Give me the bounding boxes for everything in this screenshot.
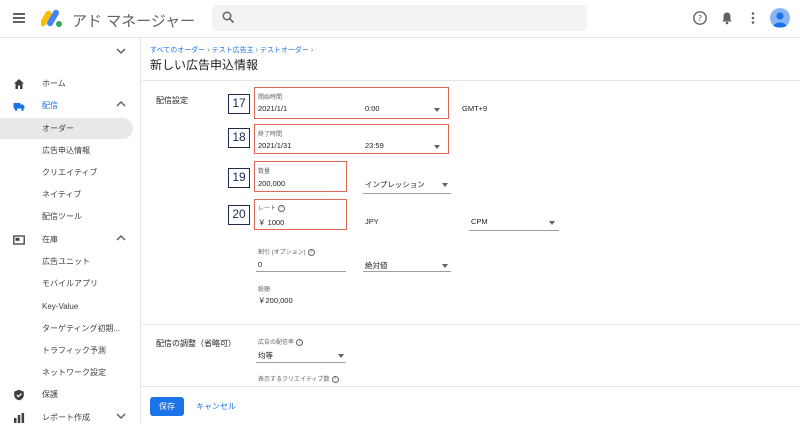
user-icon (773, 12, 787, 27)
creatives-to-show-label: 表示するクリエイティブ数? (258, 374, 339, 383)
annotation-badge-19: 19 (228, 168, 250, 188)
breadcrumb-order[interactable]: テストオーダー (260, 47, 309, 54)
discount-label: 割引 (オプション)? (258, 247, 315, 256)
cancel-button[interactable]: キャンセル (196, 397, 236, 416)
save-button[interactable]: 保存 (150, 397, 184, 416)
total-label: 総額 (258, 287, 271, 293)
delivery-rate-select[interactable]: 均等 (258, 350, 273, 361)
menu-icon[interactable] (13, 13, 25, 23)
sidebar-item-home[interactable]: ホーム (0, 73, 133, 94)
action-bar: 保存 キャンセル (142, 386, 800, 424)
discount-type-select[interactable]: 絶対値 (365, 260, 388, 271)
sidebar-item-inventory[interactable]: 在庫 (0, 229, 133, 250)
quantity-label: 数量 (258, 169, 271, 175)
sidebar-item-ad-units[interactable]: 広告ユニット (0, 251, 133, 272)
end-date-field[interactable]: 2021/1/31 (258, 141, 291, 150)
chevron-down-icon[interactable] (116, 47, 126, 55)
dropdown-caret-icon (434, 145, 440, 149)
sidebar-item-targeting-presets[interactable]: ターゲティング初期... (0, 318, 133, 339)
main-content: すべてのオーダー › テスト広告主 › テストオーダー › 新しい広告申込情報 配信設定 … (142, 38, 800, 424)
help-circle-icon[interactable]: ? (331, 375, 339, 383)
highlight-box-start (254, 87, 449, 119)
rate-model-select[interactable]: CPM (471, 217, 488, 226)
annotation-badge-17: 17 (228, 94, 250, 114)
currency-label: JPY (365, 217, 379, 226)
breadcrumb: すべてのオーダー › テスト広告主 › テストオーダー › (150, 45, 315, 55)
field-underline (256, 362, 346, 363)
inventory-icon (13, 235, 25, 245)
help-icon[interactable]: ? (692, 10, 708, 26)
sidebar-item-orders[interactable]: オーダー (0, 118, 133, 139)
end-time-select[interactable]: 23:59 (365, 141, 384, 150)
end-time-label: 終了時間 (258, 132, 283, 138)
shield-icon (14, 389, 24, 401)
notifications-icon[interactable] (719, 10, 735, 26)
dropdown-caret-icon (338, 354, 344, 358)
dropdown-caret-icon (549, 221, 555, 225)
divider (142, 80, 800, 81)
sidebar-item-delivery[interactable]: 配信 (0, 95, 133, 116)
chevron-up-icon (116, 100, 126, 107)
sidebar-item-traffic-forecast[interactable]: トラフィック予測 (0, 340, 133, 361)
sidebar-item-delivery-tools[interactable]: 配信ツール (0, 206, 133, 227)
sidebar: ホーム 配信 オーダー 広告申込情報 クリエイティブ ネイティブ 配信ツール 在… (0, 38, 141, 424)
field-underline (256, 271, 346, 272)
start-date-field[interactable]: 2021/1/1 (258, 104, 287, 113)
sidebar-item-native[interactable]: ネイティブ (0, 184, 133, 205)
dropdown-caret-icon (434, 108, 440, 112)
dropdown-caret-icon (442, 264, 448, 268)
home-icon (14, 79, 24, 89)
field-underline (363, 193, 451, 194)
delivery-settings-label: 配信設定 (156, 96, 188, 105)
more-options-icon[interactable] (745, 10, 761, 26)
start-time-select[interactable]: 0:00 (365, 104, 380, 113)
delivery-adjustments-label: 配信の調整（省略可） (156, 339, 236, 348)
timezone-label: GMT+9 (462, 104, 488, 113)
search-icon (222, 11, 235, 24)
help-circle-icon[interactable]: ? (307, 248, 315, 256)
quantity-input[interactable]: 200,000 (258, 179, 285, 188)
sidebar-item-reporting[interactable]: レポート作成 (0, 407, 133, 424)
field-underline (469, 230, 559, 231)
chart-icon (14, 413, 25, 423)
annotation-badge-18: 18 (228, 128, 250, 148)
sidebar-item-network-settings[interactable]: ネットワーク設定 (0, 362, 133, 383)
field-underline (363, 271, 451, 272)
breadcrumb-advertiser[interactable]: テスト広告主 (212, 47, 254, 54)
breadcrumb-separator: › (207, 47, 210, 54)
help-circle-icon[interactable]: ? (296, 338, 304, 346)
top-app-bar: アド マネージャー ? (0, 0, 800, 38)
sidebar-item-key-value[interactable]: Key-Value (0, 296, 133, 317)
page-title: 新しい広告申込情報 (150, 58, 259, 72)
truck-icon (13, 103, 25, 111)
start-time-label: 開始時間 (258, 95, 283, 101)
sidebar-item-mobile-apps[interactable]: モバイルアプリ (0, 273, 133, 294)
sidebar-item-protections[interactable]: 保護 (0, 384, 133, 405)
breadcrumb-separator: › (310, 47, 314, 54)
quantity-unit-select[interactable]: インプレッション (365, 179, 425, 190)
delivery-rate-label: 広告の配信率? (258, 337, 304, 346)
svg-text:?: ? (698, 14, 702, 23)
chevron-down-icon (116, 413, 126, 420)
avatar[interactable] (770, 8, 790, 28)
annotation-badge-20: 20 (228, 205, 250, 225)
rate-label: レート? (258, 203, 286, 212)
help-circle-icon[interactable]: ? (278, 204, 286, 212)
ad-manager-logo (41, 9, 62, 27)
total-value: ￥200,000 (258, 296, 293, 305)
app-title: アド マネージャー (72, 13, 196, 30)
search-input[interactable] (212, 5, 587, 31)
dropdown-caret-icon (442, 183, 448, 187)
divider (142, 324, 800, 325)
sidebar-item-line-items[interactable]: 広告申込情報 (0, 140, 133, 161)
sidebar-item-creatives[interactable]: クリエイティブ (0, 162, 133, 183)
breadcrumb-separator: › (255, 47, 258, 54)
discount-input[interactable]: 0 (258, 260, 262, 269)
chevron-up-icon (116, 234, 126, 241)
rate-input[interactable]: ￥ 1000 (258, 217, 284, 228)
breadcrumb-all-orders[interactable]: すべてのオーダー (150, 47, 205, 54)
